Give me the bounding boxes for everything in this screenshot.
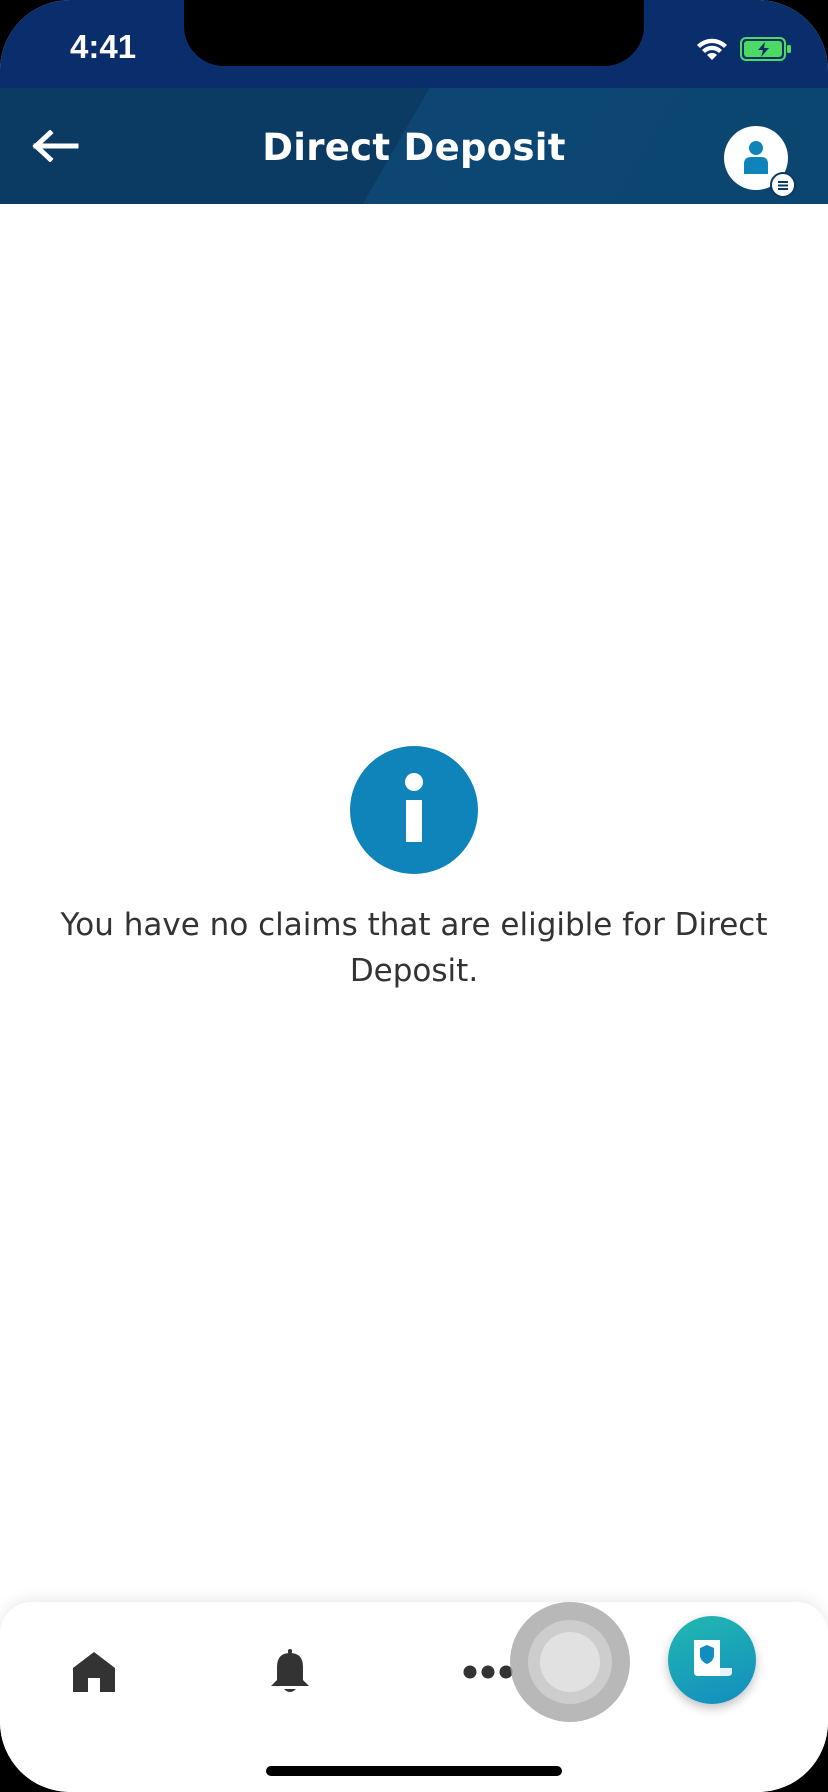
bell-icon: [271, 1649, 309, 1692]
claims-fab-button[interactable]: [668, 1616, 756, 1704]
more-icon: [463, 1665, 513, 1679]
menu-badge-icon: [770, 172, 796, 198]
wifi-icon: [697, 38, 727, 60]
app-header: Direct Deposit: [0, 88, 828, 204]
nav-notifications-button[interactable]: [254, 1636, 326, 1708]
bottom-nav: [0, 1602, 828, 1792]
nav-home-button[interactable]: [58, 1636, 130, 1708]
status-time: 4:41: [70, 28, 137, 65]
home-icon: [73, 1652, 115, 1692]
assistive-touch-button[interactable]: [510, 1602, 630, 1722]
profile-menu-button[interactable]: [724, 126, 796, 198]
page-title: Direct Deposit: [262, 126, 566, 169]
phone-screen: 4:41 Direct Deposit You have no claims t…: [0, 0, 828, 1792]
device-notch: [184, 0, 644, 66]
assistive-touch-center: [540, 1632, 600, 1692]
status-bar: 4:41: [0, 0, 828, 88]
empty-state-message: You have no claims that are eligible for…: [60, 907, 768, 989]
profile-menu-icon: [744, 141, 768, 174]
battery-charging-icon: [740, 37, 791, 61]
claims-icon: [694, 1640, 732, 1676]
info-icon: [350, 746, 478, 874]
home-indicator: [266, 1766, 562, 1776]
